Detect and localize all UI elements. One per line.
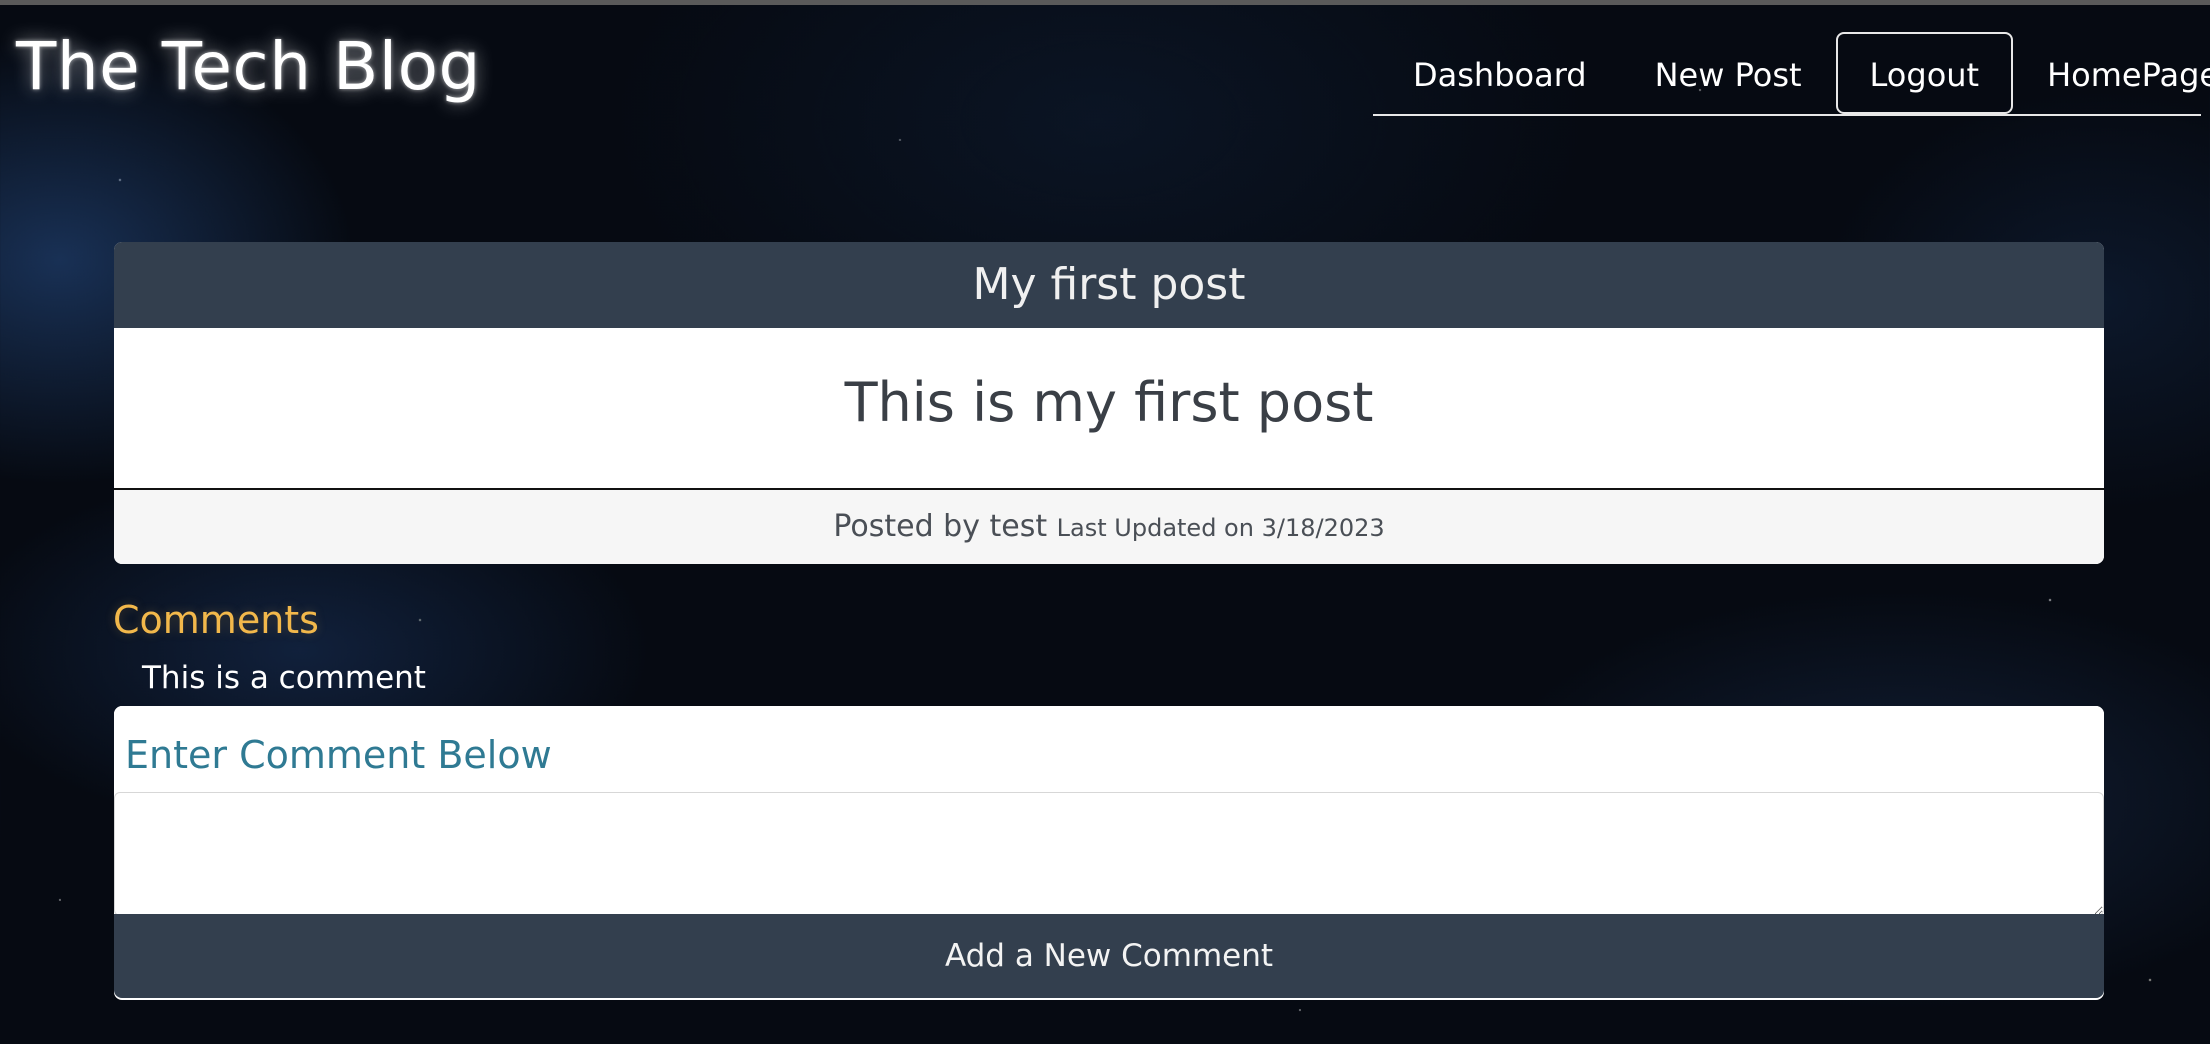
comment-form: Enter Comment Below Add a New Comment — [114, 706, 2104, 1000]
site-title: The Tech Blog — [16, 28, 481, 105]
nav-logout-link[interactable]: Logout — [1835, 32, 2014, 114]
comments-heading: Comments — [113, 598, 319, 642]
post-content: This is my first post — [114, 328, 2104, 490]
post-card: My first post This is my first post Post… — [114, 242, 2104, 564]
post-meta: Posted by test Last Updated on 3/18/2023 — [114, 490, 2104, 564]
post-author: Posted by test — [833, 509, 1048, 544]
comment-form-label: Enter Comment Below — [114, 706, 2104, 792]
browser-top-edge — [0, 0, 2210, 5]
main-nav: Dashboard New Post Logout HomePage — [1373, 32, 2210, 116]
post-updated-date: Last Updated on 3/18/2023 — [1056, 514, 1385, 542]
nav-new-post-link[interactable]: New Post — [1621, 32, 1836, 114]
nav-homepage-link[interactable]: HomePage — [2013, 32, 2210, 114]
comment-input[interactable] — [114, 792, 2104, 916]
comment-item: This is a comment — [142, 660, 426, 696]
nav-dashboard-link[interactable]: Dashboard — [1379, 32, 1621, 114]
post-title: My first post — [114, 242, 2104, 328]
add-comment-button[interactable]: Add a New Comment — [114, 914, 2104, 998]
